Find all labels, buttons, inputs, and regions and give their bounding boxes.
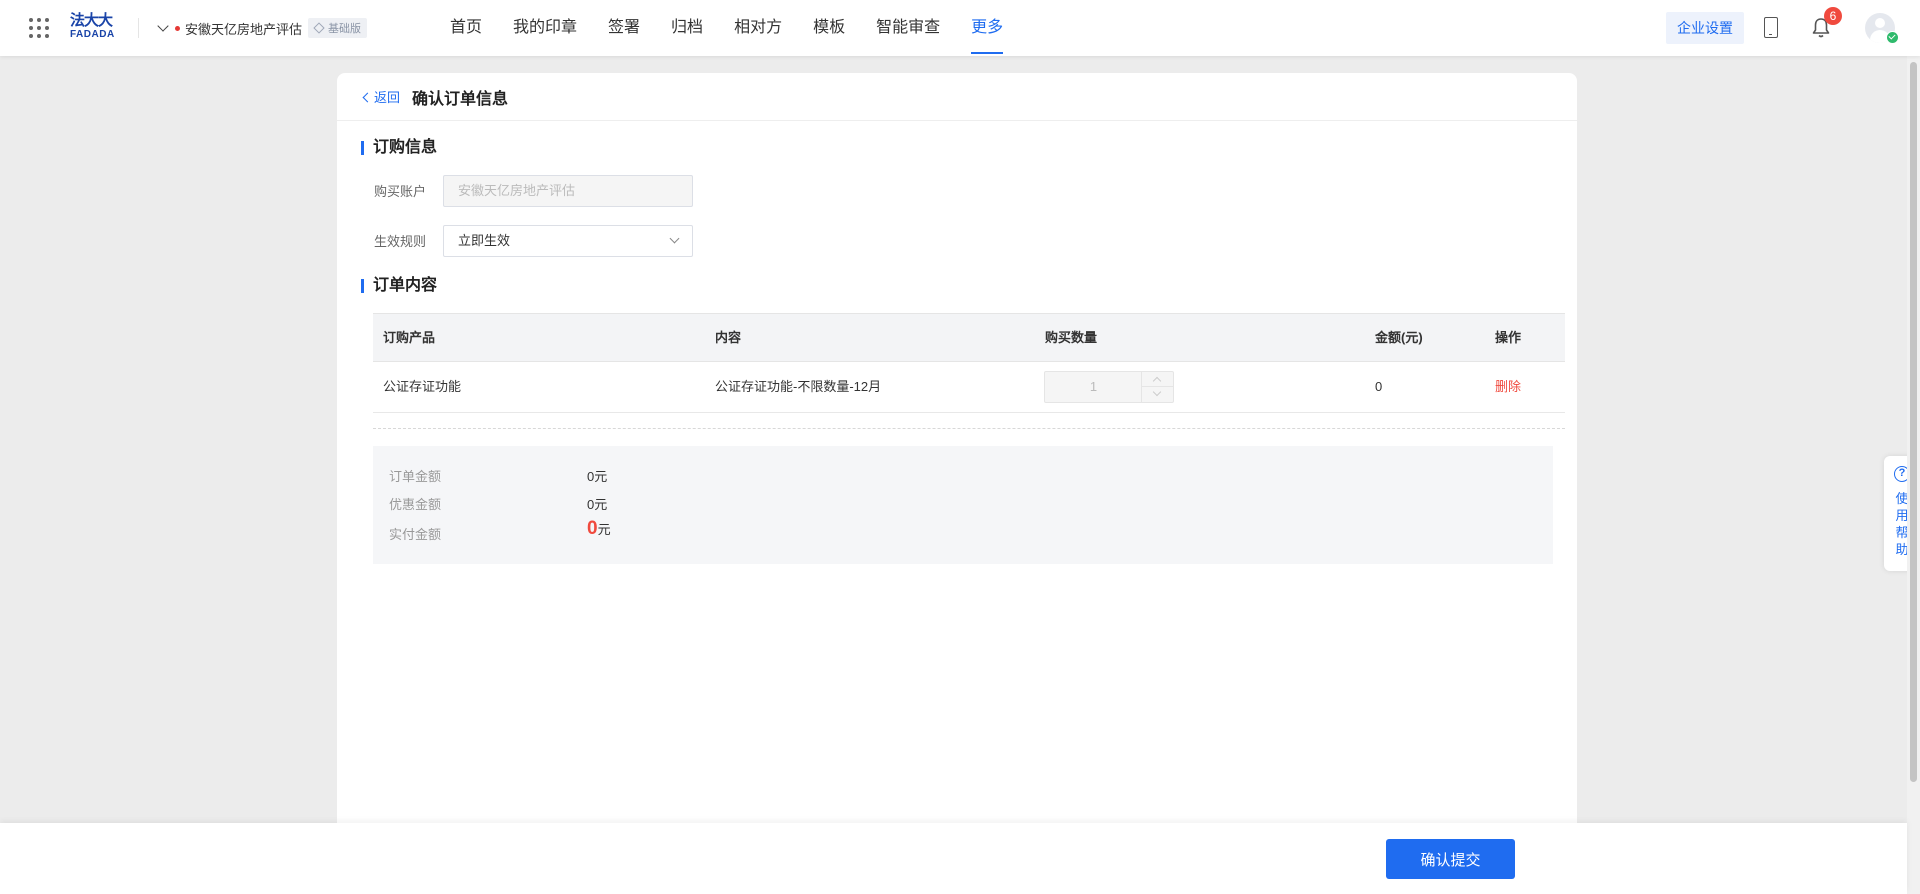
section-title-order-content: 订单内容 (361, 276, 437, 296)
order-table: 订购产品 内容 购买数量 金额(元) 操作 公证存证功能 公证存证功能-不限数量… (373, 313, 1565, 413)
discount-amount-value: 0元 (587, 497, 608, 512)
back-label: 返回 (374, 90, 401, 105)
effective-rule-select[interactable]: 立即生效 (443, 225, 693, 257)
column-header-content: 内容 (715, 330, 742, 345)
content-cell: 公证存证功能-不限数量-12月 (715, 379, 882, 394)
fadada-logo[interactable]: 法大大 FADADA (70, 13, 122, 43)
discount-amount-label: 优惠金额 (389, 497, 442, 512)
chevron-down-icon (157, 20, 169, 32)
tier-badge-label: 基础版 (328, 23, 362, 35)
section-title-order-info: 订购信息 (361, 138, 437, 158)
column-header-quantity: 购买数量 (1045, 330, 1098, 345)
back-button[interactable]: 返回 (362, 87, 401, 106)
nav-item-3[interactable]: 归档 (671, 0, 703, 56)
verified-icon (1886, 31, 1899, 44)
order-confirm-card: 返回 确认订单信息 订购信息 购买账户 安徽天亿房地产评估 生效规则 立即生效 … (337, 73, 1577, 833)
nav-item-1[interactable]: 我的印章 (513, 0, 577, 56)
order-amount-label: 订单金额 (389, 469, 442, 484)
mobile-icon[interactable] (1764, 17, 1778, 38)
nav-item-4[interactable]: 相对方 (734, 0, 782, 56)
paid-amount-unit: 元 (597, 522, 611, 537)
nav-item-7[interactable]: 更多 (971, 0, 1004, 56)
nav-item-2[interactable]: 签署 (608, 0, 640, 56)
table-header: 订购产品 内容 购买数量 金额(元) 操作 (373, 313, 1565, 362)
column-header-action: 操作 (1495, 330, 1522, 345)
nav-item-5[interactable]: 模板 (813, 0, 845, 56)
stepper-buttons (1141, 372, 1173, 402)
top-navigation-bar: 法大大 FADADA 安徽天亿房地产评估 基础版 首页 我的印章 签署 归档 相对方 模板… (0, 0, 1920, 56)
logo-subtext: FADADA (70, 29, 115, 40)
card-header: 返回 确认订单信息 (337, 73, 1577, 121)
account-label: 购买账户 (374, 184, 427, 199)
amount-cell: 0 (1375, 379, 1383, 394)
dashed-divider (373, 428, 1565, 429)
paid-amount: 0元 (587, 518, 611, 540)
confirm-submit-button[interactable]: 确认提交 (1386, 839, 1515, 879)
main-nav: 首页 我的印章 签署 归档 相对方 模板 智能审查 更多 (450, 0, 1034, 56)
organization-name: 安徽天亿房地产评估 (185, 21, 303, 37)
chevron-down-icon (669, 233, 680, 244)
column-header-product: 订购产品 (383, 330, 436, 345)
page-scrollbar[interactable] (1907, 56, 1920, 894)
delete-button[interactable]: 删除 (1495, 362, 1521, 412)
paid-amount-label: 实付金额 (389, 527, 442, 542)
scrollbar-thumb[interactable] (1910, 62, 1917, 782)
chevron-left-icon (362, 92, 373, 102)
logo-text: 法大大 (70, 12, 113, 29)
account-field: 安徽天亿房地产评估 (443, 175, 693, 207)
paid-amount-number: 0 (587, 518, 598, 539)
quantity-stepper[interactable]: 1 (1044, 371, 1174, 403)
apps-grid-icon[interactable] (29, 18, 49, 38)
page-title: 确认订单信息 (412, 90, 509, 108)
effective-rule-value: 立即生效 (458, 233, 511, 248)
status-dot (175, 25, 180, 31)
table-row: 公证存证功能 公证存证功能-不限数量-12月 1 0 删除 (373, 362, 1565, 413)
effective-rule-label: 生效规则 (374, 234, 427, 249)
tier-badge: 基础版 (308, 18, 368, 38)
footer-bar: 确认提交 (0, 823, 1907, 894)
nav-item-6[interactable]: 智能审查 (876, 0, 940, 56)
column-header-amount: 金额(元) (1375, 330, 1423, 345)
order-amount-value: 0元 (587, 469, 608, 484)
product-cell: 公证存证功能 (383, 379, 462, 394)
increment-button[interactable] (1142, 372, 1173, 387)
enterprise-settings-button[interactable]: 企业设置 (1666, 12, 1744, 44)
divider (138, 18, 139, 38)
notification-badge: 6 (1824, 7, 1842, 25)
decrement-button[interactable] (1142, 387, 1173, 402)
diamond-icon (313, 22, 325, 34)
order-summary: 订单金额 0元 优惠金额 0元 实付金额 0元 (373, 446, 1553, 564)
nav-item-0[interactable]: 首页 (450, 0, 482, 56)
organization-switcher[interactable]: 安徽天亿房地产评估 基础版 (156, 18, 368, 38)
quantity-value: 1 (1089, 379, 1098, 394)
